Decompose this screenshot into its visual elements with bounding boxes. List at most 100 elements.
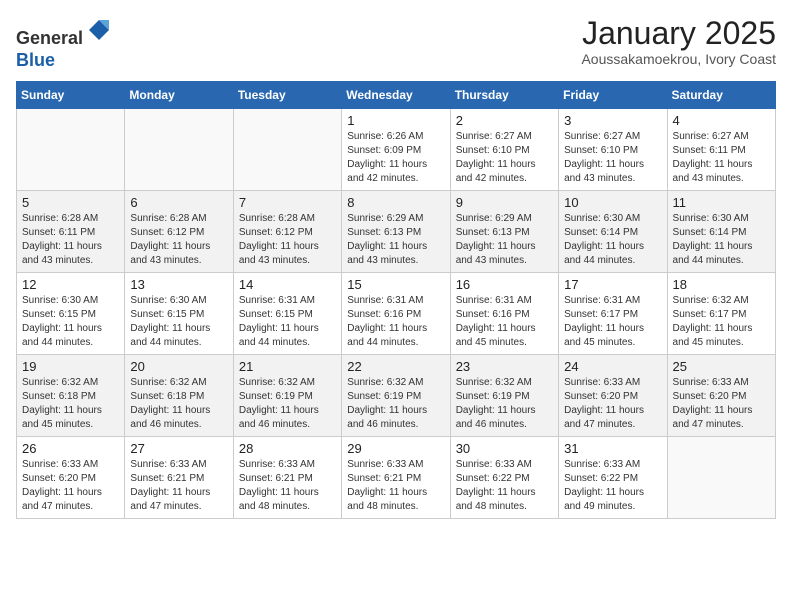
day-number: 20 [130,359,227,374]
cell-content: 31Sunrise: 6:33 AMSunset: 6:22 PMDayligh… [564,441,661,514]
calendar-cell: 1 Sunrise: 6:26 AMSunset: 6:09 PMDaylight… [342,109,450,191]
day-number: 22 [347,359,444,374]
cell-content: 11Sunrise: 6:30 AMSunset: 6:14 PMDayligh… [673,195,770,268]
calendar-cell: 27Sunrise: 6:33 AMSunset: 6:21 PMDayligh… [125,437,233,519]
page-header: General Blue January 2025 Aoussakamoekro… [16,16,776,71]
location: Aoussakamoekrou, Ivory Coast [581,51,776,67]
calendar-cell: 18Sunrise: 6:32 AMSunset: 6:17 PMDayligh… [667,273,775,355]
day-number: 14 [239,277,336,292]
calendar-cell: 14 Sunrise: 6:31 AMSunset: 6:15 PMDayligh… [233,273,341,355]
day-number: 9 [456,195,553,210]
day-number: 3 [564,113,661,128]
cell-content: 16 Sunrise: 6:31 AMSunset: 6:16 PMDayligh… [456,277,553,350]
cell-info: Sunrise: 6:27 AMSunset: 6:10 PMDaylight:… [564,130,661,186]
cell-content: 6Sunrise: 6:28 AMSunset: 6:12 PMDaylight… [130,195,227,268]
cell-info: Sunrise: 6:33 AMSunset: 6:20 PMDaylight:… [673,376,770,432]
calendar-cell: 6Sunrise: 6:28 AMSunset: 6:12 PMDaylight… [125,191,233,273]
cell-info: Sunrise: 6:33 AMSunset: 6:21 PMDaylight:… [130,458,227,514]
cell-content: 5Sunrise: 6:28 AMSunset: 6:11 PMDaylight… [22,195,119,268]
calendar-cell: 20Sunrise: 6:32 AMSunset: 6:18 PMDayligh… [125,355,233,437]
cell-content: 9 Sunrise: 6:29 AMSunset: 6:13 PMDaylight… [456,195,553,268]
cell-info: Sunrise: 6:26 AMSunset: 6:09 PMDaylight:… [347,130,444,186]
cell-content: 26Sunrise: 6:33 AMSunset: 6:20 PMDayligh… [22,441,119,514]
cell-content: 4Sunrise: 6:27 AMSunset: 6:11 PMDaylight… [673,113,770,186]
calendar-week-2: 5Sunrise: 6:28 AMSunset: 6:11 PMDaylight… [17,191,776,273]
cell-content: 25 Sunrise: 6:33 AMSunset: 6:20 PMDayligh… [673,359,770,432]
calendar-cell: 17Sunrise: 6:31 AMSunset: 6:17 PMDayligh… [559,273,667,355]
cell-info: Sunrise: 6:33 AMSunset: 6:22 PMDaylight:… [456,458,553,514]
calendar-cell: 25 Sunrise: 6:33 AMSunset: 6:20 PMDayligh… [667,355,775,437]
cell-content: 8Sunrise: 6:29 AMSunset: 6:13 PMDaylight… [347,195,444,268]
calendar-cell: 16 Sunrise: 6:31 AMSunset: 6:16 PMDayligh… [450,273,558,355]
calendar-cell: 13Sunrise: 6:30 AMSunset: 6:15 PMDayligh… [125,273,233,355]
cell-content: 22 Sunrise: 6:32 AMSunset: 6:19 PMDayligh… [347,359,444,432]
day-number: 2 [456,113,553,128]
weekday-header-tuesday: Tuesday [233,82,341,109]
calendar-body: 1 Sunrise: 6:26 AMSunset: 6:09 PMDaylight… [17,109,776,519]
logo: General Blue [16,16,113,71]
cell-info: Sunrise: 6:32 AMSunset: 6:19 PMDaylight:… [347,376,444,432]
cell-info: Sunrise: 6:32 AMSunset: 6:19 PMDaylight:… [456,376,553,432]
weekday-header-wednesday: Wednesday [342,82,450,109]
weekday-header-sunday: Sunday [17,82,125,109]
day-number: 8 [347,195,444,210]
weekday-header-thursday: Thursday [450,82,558,109]
calendar-cell: 12Sunrise: 6:30 AMSunset: 6:15 PMDayligh… [17,273,125,355]
calendar-cell: 28Sunrise: 6:33 AMSunset: 6:21 PMDayligh… [233,437,341,519]
cell-content: 2 Sunrise: 6:27 AMSunset: 6:10 PMDaylight… [456,113,553,186]
cell-info: Sunrise: 6:31 AMSunset: 6:16 PMDaylight:… [456,294,553,350]
cell-content: 20Sunrise: 6:32 AMSunset: 6:18 PMDayligh… [130,359,227,432]
cell-info: Sunrise: 6:27 AMSunset: 6:10 PMDaylight:… [456,130,553,186]
month-title: January 2025 [581,16,776,51]
calendar-week-4: 19Sunrise: 6:32 AMSunset: 6:18 PMDayligh… [17,355,776,437]
day-number: 10 [564,195,661,210]
cell-info: Sunrise: 6:32 AMSunset: 6:19 PMDaylight:… [239,376,336,432]
cell-content: 12Sunrise: 6:30 AMSunset: 6:15 PMDayligh… [22,277,119,350]
calendar-cell: 22 Sunrise: 6:32 AMSunset: 6:19 PMDayligh… [342,355,450,437]
calendar-week-5: 26Sunrise: 6:33 AMSunset: 6:20 PMDayligh… [17,437,776,519]
weekday-header-monday: Monday [125,82,233,109]
calendar-header: SundayMondayTuesdayWednesdayThursdayFrid… [17,82,776,109]
day-number: 15 [347,277,444,292]
calendar-cell: 8Sunrise: 6:29 AMSunset: 6:13 PMDaylight… [342,191,450,273]
calendar-cell: 29 Sunrise: 6:33 AMSunset: 6:21 PMDayligh… [342,437,450,519]
calendar-cell: 15 Sunrise: 6:31 AMSunset: 6:16 PMDayligh… [342,273,450,355]
calendar-cell: 30 Sunrise: 6:33 AMSunset: 6:22 PMDayligh… [450,437,558,519]
calendar-week-1: 1 Sunrise: 6:26 AMSunset: 6:09 PMDaylight… [17,109,776,191]
cell-info: Sunrise: 6:29 AMSunset: 6:13 PMDaylight:… [456,212,553,268]
calendar-cell: 3 Sunrise: 6:27 AMSunset: 6:10 PMDaylight… [559,109,667,191]
calendar-cell: 2 Sunrise: 6:27 AMSunset: 6:10 PMDaylight… [450,109,558,191]
cell-info: Sunrise: 6:33 AMSunset: 6:21 PMDaylight:… [347,458,444,514]
cell-content: 21 Sunrise: 6:32 AMSunset: 6:19 PMDayligh… [239,359,336,432]
day-number: 19 [22,359,119,374]
cell-content: 24Sunrise: 6:33 AMSunset: 6:20 PMDayligh… [564,359,661,432]
cell-content: 19Sunrise: 6:32 AMSunset: 6:18 PMDayligh… [22,359,119,432]
cell-info: Sunrise: 6:33 AMSunset: 6:20 PMDaylight:… [564,376,661,432]
cell-info: Sunrise: 6:31 AMSunset: 6:17 PMDaylight:… [564,294,661,350]
calendar-week-3: 12 Sunrise: 6:30 AMSunset: 6:15 PMDayligh… [17,273,776,355]
calendar-cell: 9 Sunrise: 6:29 AMSunset: 6:13 PMDaylight… [450,191,558,273]
calendar-cell: 21 Sunrise: 6:32 AMSunset: 6:19 PMDayligh… [233,355,341,437]
calendar-cell: 5Sunrise: 6:28 AMSunset: 6:11 PMDaylight… [17,191,125,273]
calendar-cell: 10Sunrise: 6:30 AMSunset: 6:14 PMDayligh… [559,191,667,273]
day-number: 29 [347,441,444,456]
cell-info: Sunrise: 6:28 AMSunset: 6:12 PMDaylight:… [130,212,227,268]
calendar-cell: 11Sunrise: 6:30 AMSunset: 6:14 PMDayligh… [667,191,775,273]
day-number: 16 [456,277,553,292]
calendar-cell: 7 Sunrise: 6:28 AMSunset: 6:12 PMDaylight… [233,191,341,273]
cell-info: Sunrise: 6:31 AMSunset: 6:16 PMDaylight:… [347,294,444,350]
cell-info: Sunrise: 6:28 AMSunset: 6:12 PMDaylight:… [239,212,336,268]
day-number: 25 [673,359,770,374]
calendar-cell: 26Sunrise: 6:33 AMSunset: 6:20 PMDayligh… [17,437,125,519]
day-number: 1 [347,113,444,128]
day-number: 30 [456,441,553,456]
logo-general: General [16,28,83,48]
day-number: 12 [22,277,119,292]
cell-content: 27Sunrise: 6:33 AMSunset: 6:21 PMDayligh… [130,441,227,514]
cell-info: Sunrise: 6:31 AMSunset: 6:15 PMDaylight:… [239,294,336,350]
title-block: January 2025 Aoussakamoekrou, Ivory Coas… [581,16,776,67]
day-number: 31 [564,441,661,456]
day-number: 7 [239,195,336,210]
day-number: 21 [239,359,336,374]
cell-info: Sunrise: 6:30 AMSunset: 6:15 PMDaylight:… [130,294,227,350]
